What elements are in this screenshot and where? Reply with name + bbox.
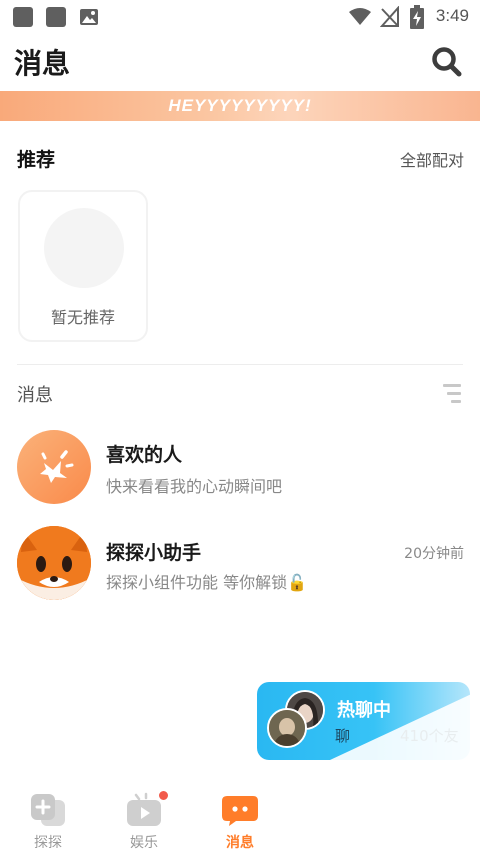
item-name: 喜欢的人 (106, 444, 183, 466)
battery-charging-icon (410, 5, 424, 29)
bottom-tab-bar: 探探 娱乐 消息 (0, 788, 480, 853)
person-avatar-icon (269, 710, 305, 746)
filter-list-icon[interactable] (441, 383, 461, 405)
recommend-avatar-placeholder (44, 208, 124, 288)
item-name: 探探小助手 (106, 542, 202, 564)
page-title: 消息 (14, 47, 71, 80)
hot-chat-count: 410个友 (400, 727, 459, 745)
tab-tantan[interactable]: 探探 (8, 788, 88, 853)
item-time: 20分钟前 (404, 546, 464, 562)
empty-recommend-text: 暂无推荐 (50, 308, 115, 327)
hot-chat-avatar (267, 708, 307, 748)
all-match-link[interactable]: 全部配对 (400, 147, 464, 171)
item-preview: 探探小组件功能 等你解锁🔓 (106, 573, 308, 592)
notification-icon (13, 7, 33, 27)
banner-text: HEYYYYYYYYY! (168, 96, 312, 115)
heart-burst-icon (40, 450, 74, 483)
recommend-card[interactable]: 暂无推荐 (18, 190, 148, 342)
tab-label: 消息 (226, 835, 254, 851)
list-item[interactable]: 探探小助手 20分钟前 探探小组件功能 等你解锁🔓 (0, 520, 480, 610)
image-icon (80, 9, 98, 25)
assistant-avatar (17, 526, 91, 600)
divider (17, 364, 463, 365)
chat-bubble-icon (222, 796, 258, 826)
notification-badge (158, 790, 169, 801)
messages-title: 消息 (17, 385, 53, 406)
hot-chat-sub: 聊 (335, 727, 351, 745)
no-signal-icon (380, 6, 399, 27)
hot-chat-card[interactable]: 热聊中 聊 410个友 (257, 682, 470, 760)
fox-icon (17, 526, 91, 600)
hot-chat-title: 热聊中 (337, 700, 391, 721)
tab-label: 探探 (34, 835, 62, 851)
promo-banner[interactable]: HEYYYYYYYYY! (0, 91, 480, 121)
status-bar: 3:49 (0, 0, 480, 34)
wifi-icon (349, 8, 371, 25)
cards-icon (31, 794, 65, 826)
likes-avatar (17, 430, 91, 504)
tab-messages[interactable]: 消息 (200, 788, 280, 853)
clock: 3:49 (435, 6, 469, 25)
list-item[interactable]: 喜欢的人 快来看看我的心动瞬间吧 (0, 422, 480, 512)
recommend-title: 推荐 (17, 149, 56, 171)
notification-icon (46, 7, 66, 27)
tab-label: 娱乐 (130, 835, 158, 851)
search-icon[interactable] (430, 46, 464, 78)
item-preview: 快来看看我的心动瞬间吧 (106, 477, 283, 496)
tab-entertainment[interactable]: 娱乐 (104, 788, 184, 853)
